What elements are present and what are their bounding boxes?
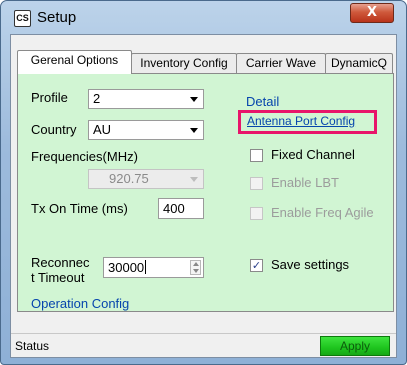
status-bar: Status Apply: [11, 333, 396, 357]
text-caret: [145, 260, 147, 274]
chevron-down-icon: [190, 177, 198, 182]
profile-dropdown[interactable]: 2: [88, 89, 204, 109]
tx-on-time-input[interactable]: 400: [158, 198, 204, 219]
save-settings-label: Save settings: [271, 257, 350, 272]
fixed-channel-label: Fixed Channel: [271, 147, 355, 162]
general-options-panel: Profile 2 Country AU Frequencies(MHz) 92…: [17, 73, 394, 312]
reconnect-timeout-input[interactable]: 30000: [103, 257, 204, 278]
tab-carrier-wave[interactable]: Carrier Wave: [236, 53, 326, 73]
reconnect-timeout-label-line2: t Timeout: [31, 270, 85, 285]
chevron-down-icon: [190, 97, 198, 102]
tab-inventory-config[interactable]: Inventory Config: [131, 53, 237, 73]
spin-up-icon: [193, 262, 199, 266]
antenna-port-config-link[interactable]: Antenna Port Config: [247, 114, 355, 128]
spin-button[interactable]: [190, 260, 201, 275]
tab-strip: Gerenal Options Inventory Config Carrier…: [17, 50, 394, 74]
dialog-client-area: Gerenal Options Inventory Config Carrier…: [10, 34, 397, 358]
reconnect-timeout-label-line1: Reconnec: [31, 255, 90, 270]
enable-lbt-checkbox: [250, 177, 263, 190]
country-label: Country: [31, 122, 77, 137]
country-dropdown[interactable]: AU: [88, 120, 204, 140]
apply-button[interactable]: Apply: [320, 336, 390, 356]
fixed-channel-checkbox[interactable]: [250, 149, 263, 162]
profile-value: 2: [93, 91, 101, 106]
enable-lbt-label: Enable LBT: [271, 175, 339, 190]
tx-on-time-label: Tx On Time (ms): [31, 201, 128, 216]
detail-link[interactable]: Detail: [246, 94, 279, 109]
profile-label: Profile: [31, 90, 68, 105]
setup-window: CS Setup X Gerenal Options Inventory Con…: [0, 0, 407, 365]
spin-down-icon: [193, 269, 199, 273]
enable-freq-agile-label: Enable Freq Agile: [271, 205, 374, 220]
tab-general-options[interactable]: Gerenal Options: [17, 50, 132, 74]
window-title: Setup: [37, 9, 77, 26]
country-value: AU: [93, 122, 112, 137]
reconnect-timeout-value: 30000: [108, 260, 145, 275]
title-bar[interactable]: CS Setup X: [1, 1, 406, 35]
tab-dynamicq[interactable]: DynamicQ: [325, 53, 393, 73]
frequencies-label: Frequencies(MHz): [31, 149, 138, 164]
status-text: Status: [15, 339, 50, 353]
app-icon: CS: [14, 10, 31, 27]
enable-freq-agile-checkbox: [250, 207, 263, 220]
frequency-value: 920.75: [109, 171, 149, 186]
operation-config-link[interactable]: Operation Config: [31, 296, 129, 311]
chevron-down-icon: [190, 128, 198, 133]
close-button[interactable]: X: [350, 3, 394, 23]
save-settings-checkbox[interactable]: ✓: [250, 259, 263, 272]
frequency-dropdown: 920.75: [88, 169, 204, 189]
